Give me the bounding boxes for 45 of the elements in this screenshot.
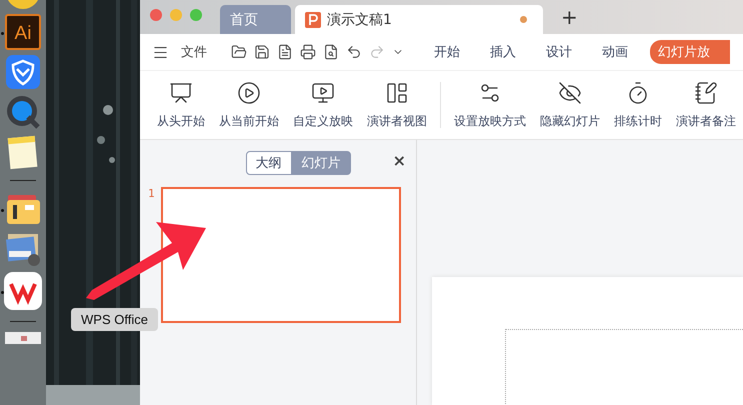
toolbar-button[interactable]: 演讲者备注: [669, 80, 743, 130]
slide-thumbnail[interactable]: [160, 187, 401, 323]
search-document-icon[interactable]: [323, 44, 339, 60]
toolbar-button[interactable]: 设置放映方式: [447, 80, 533, 130]
close-button[interactable]: ×: [392, 151, 406, 170]
running-indicator: [1, 209, 4, 212]
toolbar-button[interactable]: 从头开始: [150, 80, 212, 130]
view-toggle[interactable]: 大纲: [246, 151, 292, 175]
print-icon[interactable]: [300, 44, 316, 60]
toolbar-button[interactable]: 从当前开始: [212, 80, 286, 130]
tooltip: WPS Office: [71, 308, 158, 331]
ribbon-tab[interactable]: 开始: [426, 40, 468, 64]
file-menu[interactable]: 文件: [181, 43, 207, 61]
running-indicator: [1, 291, 4, 294]
folder-icon[interactable]: [231, 44, 247, 60]
dock-item[interactable]: Ai: [0, 14, 46, 50]
save-icon[interactable]: [254, 44, 270, 60]
toolbar-button[interactable]: 演讲者视图: [360, 80, 434, 130]
presentation-icon: [169, 80, 193, 104]
quicktime-icon[interactable]: [5, 94, 41, 130]
ribbon-tab[interactable]: 插入: [482, 40, 524, 64]
running-indicator: [1, 32, 4, 35]
tab-label: 演示文稿1: [327, 10, 393, 28]
undo-icon[interactable]: [346, 44, 362, 60]
tab-label: 首页: [230, 10, 259, 28]
window-thumbnail-icon[interactable]: [5, 332, 41, 344]
slide-number: 1: [148, 187, 155, 202]
toolbar-button[interactable]: 隐藏幻灯片: [533, 80, 607, 130]
ribbon-tab[interactable]: 设计: [538, 40, 580, 64]
shield-icon[interactable]: [5, 54, 41, 90]
layout-icon: [385, 80, 409, 104]
ribbon-tab[interactable]: 动画: [594, 40, 636, 64]
preview-icon[interactable]: [5, 231, 41, 267]
app-icon[interactable]: Ai: [5, 14, 41, 50]
browser-icon[interactable]: [5, 0, 41, 10]
presentation-file-icon: [305, 12, 321, 28]
notebook-icon: [694, 80, 718, 104]
new-tab-button[interactable]: +: [561, 5, 578, 29]
eye-off-icon: [558, 80, 582, 104]
toolbar-button[interactable]: 自定义放映: [286, 80, 360, 130]
document-icon[interactable]: [277, 44, 293, 60]
tab[interactable]: 演示文稿1: [295, 5, 543, 34]
toolbar-button[interactable]: 排练计时: [607, 80, 669, 130]
play-icon: [237, 80, 261, 104]
monitor-play-icon: [311, 80, 335, 104]
